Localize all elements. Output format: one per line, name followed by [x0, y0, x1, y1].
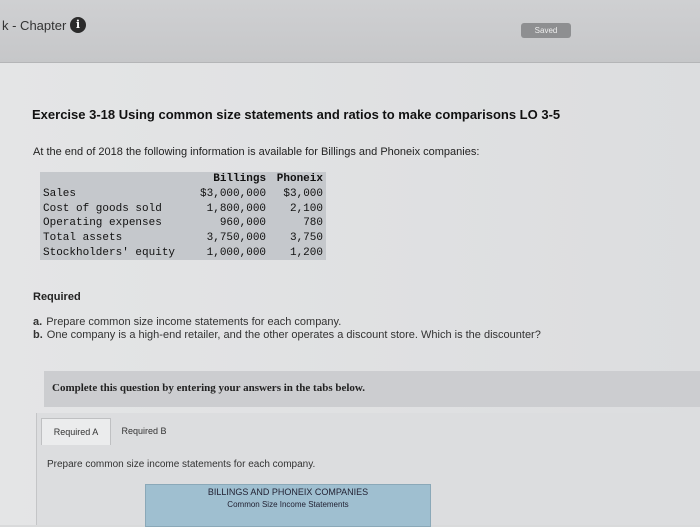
table-header [40, 172, 191, 187]
row-label: Sales [43, 187, 77, 200]
table-row: Operating expenses 960,000 780 [40, 216, 326, 231]
item-letter: a. [33, 316, 43, 328]
billings-value: 960,000 [219, 217, 267, 230]
tab-required-b[interactable]: Required B [115, 418, 173, 444]
row-label: Operating expenses [43, 217, 162, 230]
info-icon[interactable]: i [70, 17, 86, 33]
row-label: Cost of goods sold [43, 202, 162, 215]
required-heading: Required [33, 291, 81, 303]
breadcrumb[interactable]: k - Chapter 3 [2, 18, 77, 33]
billings-value: 3,750,000 [206, 231, 267, 244]
phoneix-value: $3,000 [283, 187, 323, 200]
phoneix-value: 2,100 [289, 202, 323, 215]
question-page: Exercise 3-18 Using common size statemen… [0, 63, 700, 527]
item-letter: b. [33, 329, 43, 341]
company-data-table: Billings Phoneix Sales $3,000,000 $3,000… [40, 172, 326, 260]
table-row: Total assets 3,750,000 3,750 [40, 231, 326, 246]
instruction-text: Complete this question by entering your … [52, 382, 366, 394]
instruction-banner: Complete this question by entering your … [44, 371, 700, 407]
saved-badge: Saved [521, 23, 571, 38]
table-header-row: Billings Phoneix [40, 172, 326, 187]
phoneix-value: 3,750 [289, 231, 323, 244]
table-row: Cost of goods sold 1,800,000 2,100 [40, 201, 326, 216]
billings-value: 1,000,000 [206, 246, 267, 259]
billings-value: 1,800,000 [206, 202, 267, 215]
tab-prompt: Prepare common size income statements fo… [47, 459, 316, 470]
statement-subtitle: Common Size Income Statements [227, 500, 349, 509]
top-bar: k - Chapter 3 i Saved [0, 0, 700, 63]
exercise-title: Exercise 3-18 Using common size statemen… [32, 107, 561, 122]
required-item-a: a. Prepare common size income statements … [33, 316, 341, 328]
phoneix-value: 1,200 [289, 246, 323, 259]
statement-header: BILLINGS AND PHONEIX COMPANIES Common Si… [145, 484, 431, 527]
row-label: Total assets [43, 231, 123, 244]
statement-title: BILLINGS AND PHONEIX COMPANIES [207, 487, 369, 497]
item-text: One company is a high-end retailer, and … [46, 329, 541, 341]
table-row: Sales $3,000,000 $3,000 [40, 187, 326, 202]
table-header: Phoneix [276, 173, 323, 186]
exercise-intro: At the end of 2018 the following informa… [33, 146, 480, 158]
table-header: Billings [213, 173, 267, 186]
phoneix-value: 780 [303, 217, 323, 230]
answer-tabs-panel: Required A Required B Prepare common siz… [36, 413, 700, 527]
tab-required-a[interactable]: Required A [41, 418, 111, 445]
item-text: Prepare common size income statements fo… [46, 316, 342, 328]
row-label: Stockholders' equity [43, 246, 176, 259]
table-row: Stockholders' equity 1,000,000 1,200 [40, 245, 326, 260]
required-item-b: b. One company is a high-end retailer, an… [33, 329, 541, 341]
billings-value: $3,000,000 [200, 187, 267, 200]
